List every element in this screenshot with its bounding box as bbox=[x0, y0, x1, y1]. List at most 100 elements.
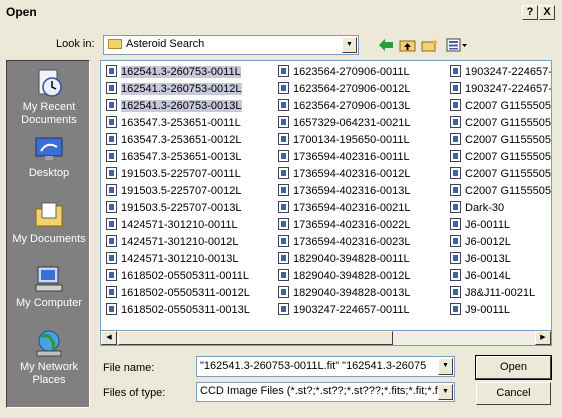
file-item[interactable]: 163547.3-253651-0012L bbox=[103, 133, 244, 148]
file-item[interactable]: 1623564-270906-0011L bbox=[275, 65, 412, 80]
file-name: 163547.3-253651-0011L bbox=[121, 117, 241, 129]
image-file-icon bbox=[278, 82, 289, 94]
file-item[interactable]: J6-0014L bbox=[447, 269, 513, 284]
view-menu-icon[interactable] bbox=[446, 38, 468, 52]
file-name: 1657329-064231-0021L bbox=[293, 117, 411, 129]
file-name: C2007 G1155505 bbox=[465, 134, 552, 146]
help-button[interactable]: ? bbox=[522, 5, 538, 20]
file-item[interactable]: C2007 G1155505 bbox=[447, 150, 551, 165]
chevron-down-icon[interactable]: ▼ bbox=[438, 358, 453, 375]
file-item[interactable]: Dark-30 bbox=[447, 201, 506, 216]
file-item[interactable]: 1618502-05505311-0013L bbox=[103, 303, 252, 318]
image-file-icon bbox=[106, 99, 117, 111]
look-in-dropdown[interactable]: Asteroid Search ▼ bbox=[103, 35, 359, 55]
file-item[interactable]: 1623564-270906-0013L bbox=[275, 99, 412, 114]
file-item[interactable]: 163547.3-253651-0011L bbox=[103, 116, 243, 131]
file-name: 1736594-402316-0021L bbox=[293, 202, 411, 214]
file-item[interactable]: 1829040-394828-0013L bbox=[275, 286, 412, 301]
file-item[interactable]: 1903247-224657- bbox=[447, 82, 551, 97]
file-item[interactable]: 1903247-224657- bbox=[447, 65, 551, 80]
open-button[interactable]: Open bbox=[475, 355, 552, 380]
file-item[interactable]: 1618502-05505311-0012L bbox=[103, 286, 252, 301]
up-folder-icon[interactable] bbox=[399, 38, 416, 52]
file-name: 1424571-301210-0012L bbox=[121, 236, 239, 248]
file-item[interactable]: J6-0011L bbox=[447, 218, 512, 233]
image-file-icon bbox=[278, 235, 289, 247]
file-name: 1618502-05505311-0011L bbox=[121, 270, 250, 282]
file-item[interactable]: 1903247-224657-0011L bbox=[275, 303, 412, 318]
file-item[interactable]: 1736594-402316-0011L bbox=[275, 150, 412, 165]
file-item[interactable]: 191503.5-225707-0011L bbox=[103, 167, 243, 182]
file-name: C2007 G1155505 bbox=[465, 185, 552, 197]
file-item[interactable]: 1424571-301210-0013L bbox=[103, 252, 240, 267]
image-file-icon bbox=[106, 286, 117, 298]
file-name: Dark-30 bbox=[465, 202, 505, 214]
image-file-icon bbox=[278, 303, 289, 315]
scrollbar-thumb[interactable] bbox=[118, 331, 393, 345]
image-file-icon bbox=[106, 82, 117, 94]
place-my-computer[interactable]: My Computer bbox=[7, 263, 91, 310]
file-name-input[interactable]: "162541.3-260753-0011L.fit" "162541.3-26… bbox=[196, 356, 455, 377]
place-network-places[interactable]: My Network Places bbox=[7, 327, 91, 387]
file-item[interactable]: 191503.5-225707-0012L bbox=[103, 184, 244, 199]
horizontal-scrollbar[interactable]: ◀ ▶ bbox=[100, 330, 552, 346]
file-type-dropdown[interactable]: CCD Image Files (*.st?;*.st??;*.st???;*.… bbox=[196, 382, 455, 402]
scroll-left-icon[interactable]: ◀ bbox=[101, 331, 117, 345]
file-name: 1623564-270906-0013L bbox=[293, 100, 411, 112]
file-item[interactable]: 1736594-402316-0021L bbox=[275, 201, 412, 216]
file-item[interactable]: 191503.5-225707-0013L bbox=[103, 201, 244, 216]
file-item[interactable]: 1829040-394828-0011L bbox=[275, 252, 412, 267]
file-item[interactable]: C2007 G1155505 bbox=[447, 167, 551, 182]
file-item[interactable]: 1736594-402316-0013L bbox=[275, 184, 412, 199]
file-item[interactable]: 1424571-301210-0012L bbox=[103, 235, 240, 250]
image-file-icon bbox=[450, 218, 461, 230]
my-documents-icon bbox=[35, 202, 63, 227]
folder-icon bbox=[108, 39, 122, 50]
image-file-icon bbox=[450, 286, 461, 298]
place-desktop[interactable]: Desktop bbox=[7, 133, 91, 180]
chevron-down-icon[interactable]: ▼ bbox=[438, 384, 453, 400]
image-file-icon bbox=[106, 218, 117, 230]
file-item[interactable]: C2007 G1155505 bbox=[447, 116, 551, 131]
file-list[interactable]: 162541.3-260753-0011L 162541.3-260753-001… bbox=[100, 60, 552, 345]
image-file-icon bbox=[106, 269, 117, 281]
file-item[interactable]: 1424571-301210-0011L bbox=[103, 218, 240, 233]
file-name: J8&J11-0021L bbox=[465, 287, 536, 299]
file-item[interactable]: C2007 G1155505 bbox=[447, 133, 552, 148]
file-type-label: Files of type: bbox=[103, 387, 166, 399]
file-item[interactable]: J8&J11-0021L bbox=[447, 286, 537, 301]
file-item[interactable]: J6-0013L bbox=[447, 252, 513, 267]
image-file-icon bbox=[278, 184, 289, 196]
file-item[interactable]: 1657329-064231-0021L bbox=[275, 116, 412, 131]
file-item[interactable]: 1736594-402316-0022L bbox=[275, 218, 412, 233]
chevron-down-icon[interactable]: ▼ bbox=[342, 37, 357, 53]
file-item[interactable]: 1736594-402316-0012L bbox=[275, 167, 412, 182]
file-item[interactable]: C2007 G1155505 bbox=[447, 99, 551, 114]
image-file-icon bbox=[106, 201, 117, 213]
file-item[interactable]: 162541.3-260753-0012L bbox=[103, 82, 244, 97]
scroll-right-icon[interactable]: ▶ bbox=[535, 331, 551, 345]
file-item[interactable]: 162541.3-260753-0013L bbox=[103, 99, 244, 114]
close-button[interactable]: X bbox=[539, 5, 555, 20]
file-item[interactable]: J6-0012L bbox=[447, 235, 513, 250]
file-name: 1903247-224657-0011L bbox=[293, 304, 410, 316]
file-item[interactable]: J9-0011L bbox=[447, 303, 512, 318]
place-my-documents[interactable]: My Documents bbox=[7, 199, 91, 246]
file-name: 1618502-05505311-0012L bbox=[121, 287, 250, 299]
new-folder-icon[interactable] bbox=[421, 38, 439, 52]
file-item[interactable]: 1736594-402316-0023L bbox=[275, 235, 412, 250]
back-arrow-icon[interactable] bbox=[378, 38, 394, 52]
cancel-button[interactable]: Cancel bbox=[476, 382, 551, 405]
file-item[interactable]: 162541.3-260753-0011L bbox=[103, 65, 243, 80]
file-item[interactable]: 1829040-394828-0012L bbox=[275, 269, 412, 284]
file-item[interactable]: 163547.3-253651-0013L bbox=[103, 150, 244, 165]
file-name: 191503.5-225707-0012L bbox=[121, 185, 242, 197]
file-name: 163547.3-253651-0012L bbox=[121, 134, 242, 146]
file-item[interactable]: 1700134-195650-0011L bbox=[275, 133, 412, 148]
file-item[interactable]: 1618502-05505311-0011L bbox=[103, 269, 251, 284]
place-label: My Computer bbox=[15, 297, 83, 309]
file-item[interactable]: C2007 G1155505 bbox=[447, 184, 552, 199]
place-recent-documents[interactable]: My Recent Documents bbox=[7, 67, 91, 127]
image-file-icon bbox=[106, 252, 117, 264]
file-item[interactable]: 1623564-270906-0012L bbox=[275, 82, 412, 97]
